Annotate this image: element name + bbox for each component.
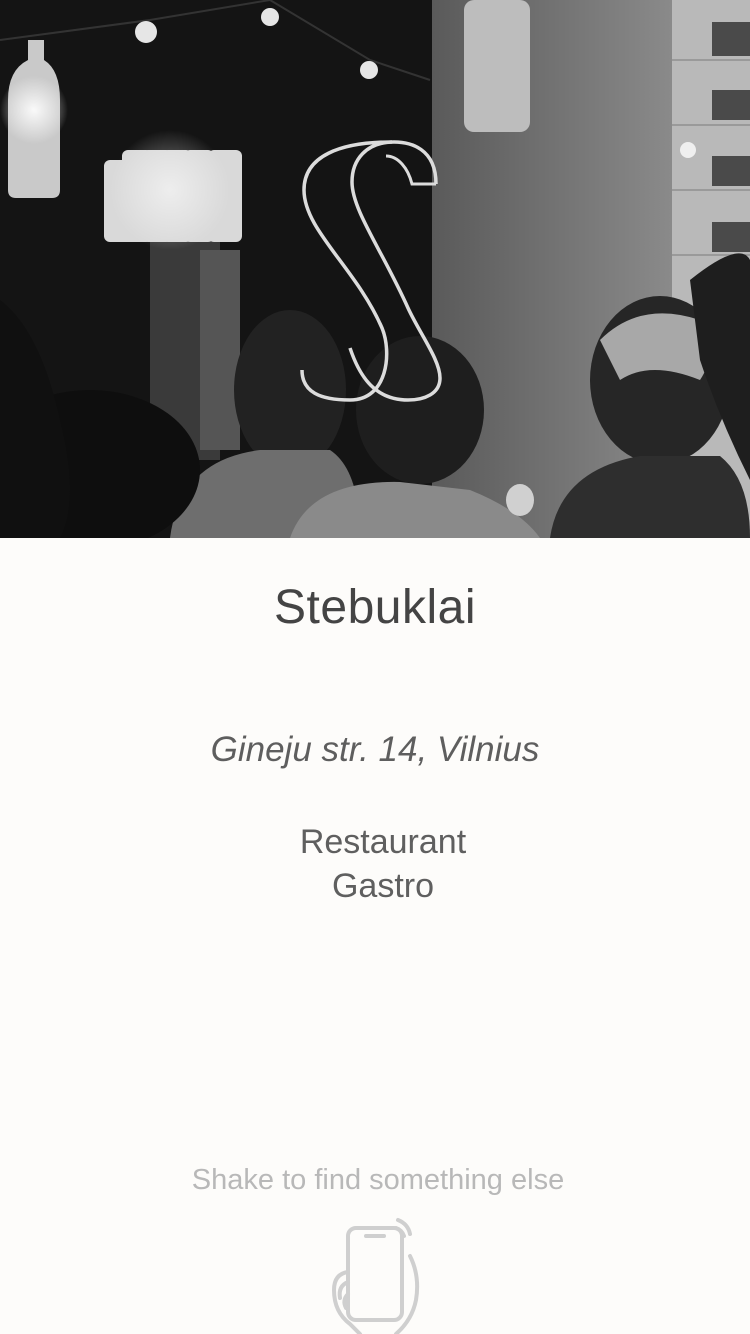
hero-photo (0, 0, 750, 538)
category-item: Restaurant (299, 823, 467, 861)
venue-screen: Stebuklai Gineju str. 14, Vilnius Restau… (0, 0, 750, 1334)
shake-phone-icon (332, 1218, 420, 1334)
venue-name: Stebuklai (274, 581, 476, 634)
venue-address: Gineju str. 14, Vilnius (210, 730, 540, 769)
s-monogram-logo-icon (300, 140, 442, 402)
shake-hint: Shake to find something else (191, 1164, 565, 1196)
venue-categories: Restaurant Gastro (0, 820, 750, 908)
category-item: Gastro (331, 867, 435, 905)
